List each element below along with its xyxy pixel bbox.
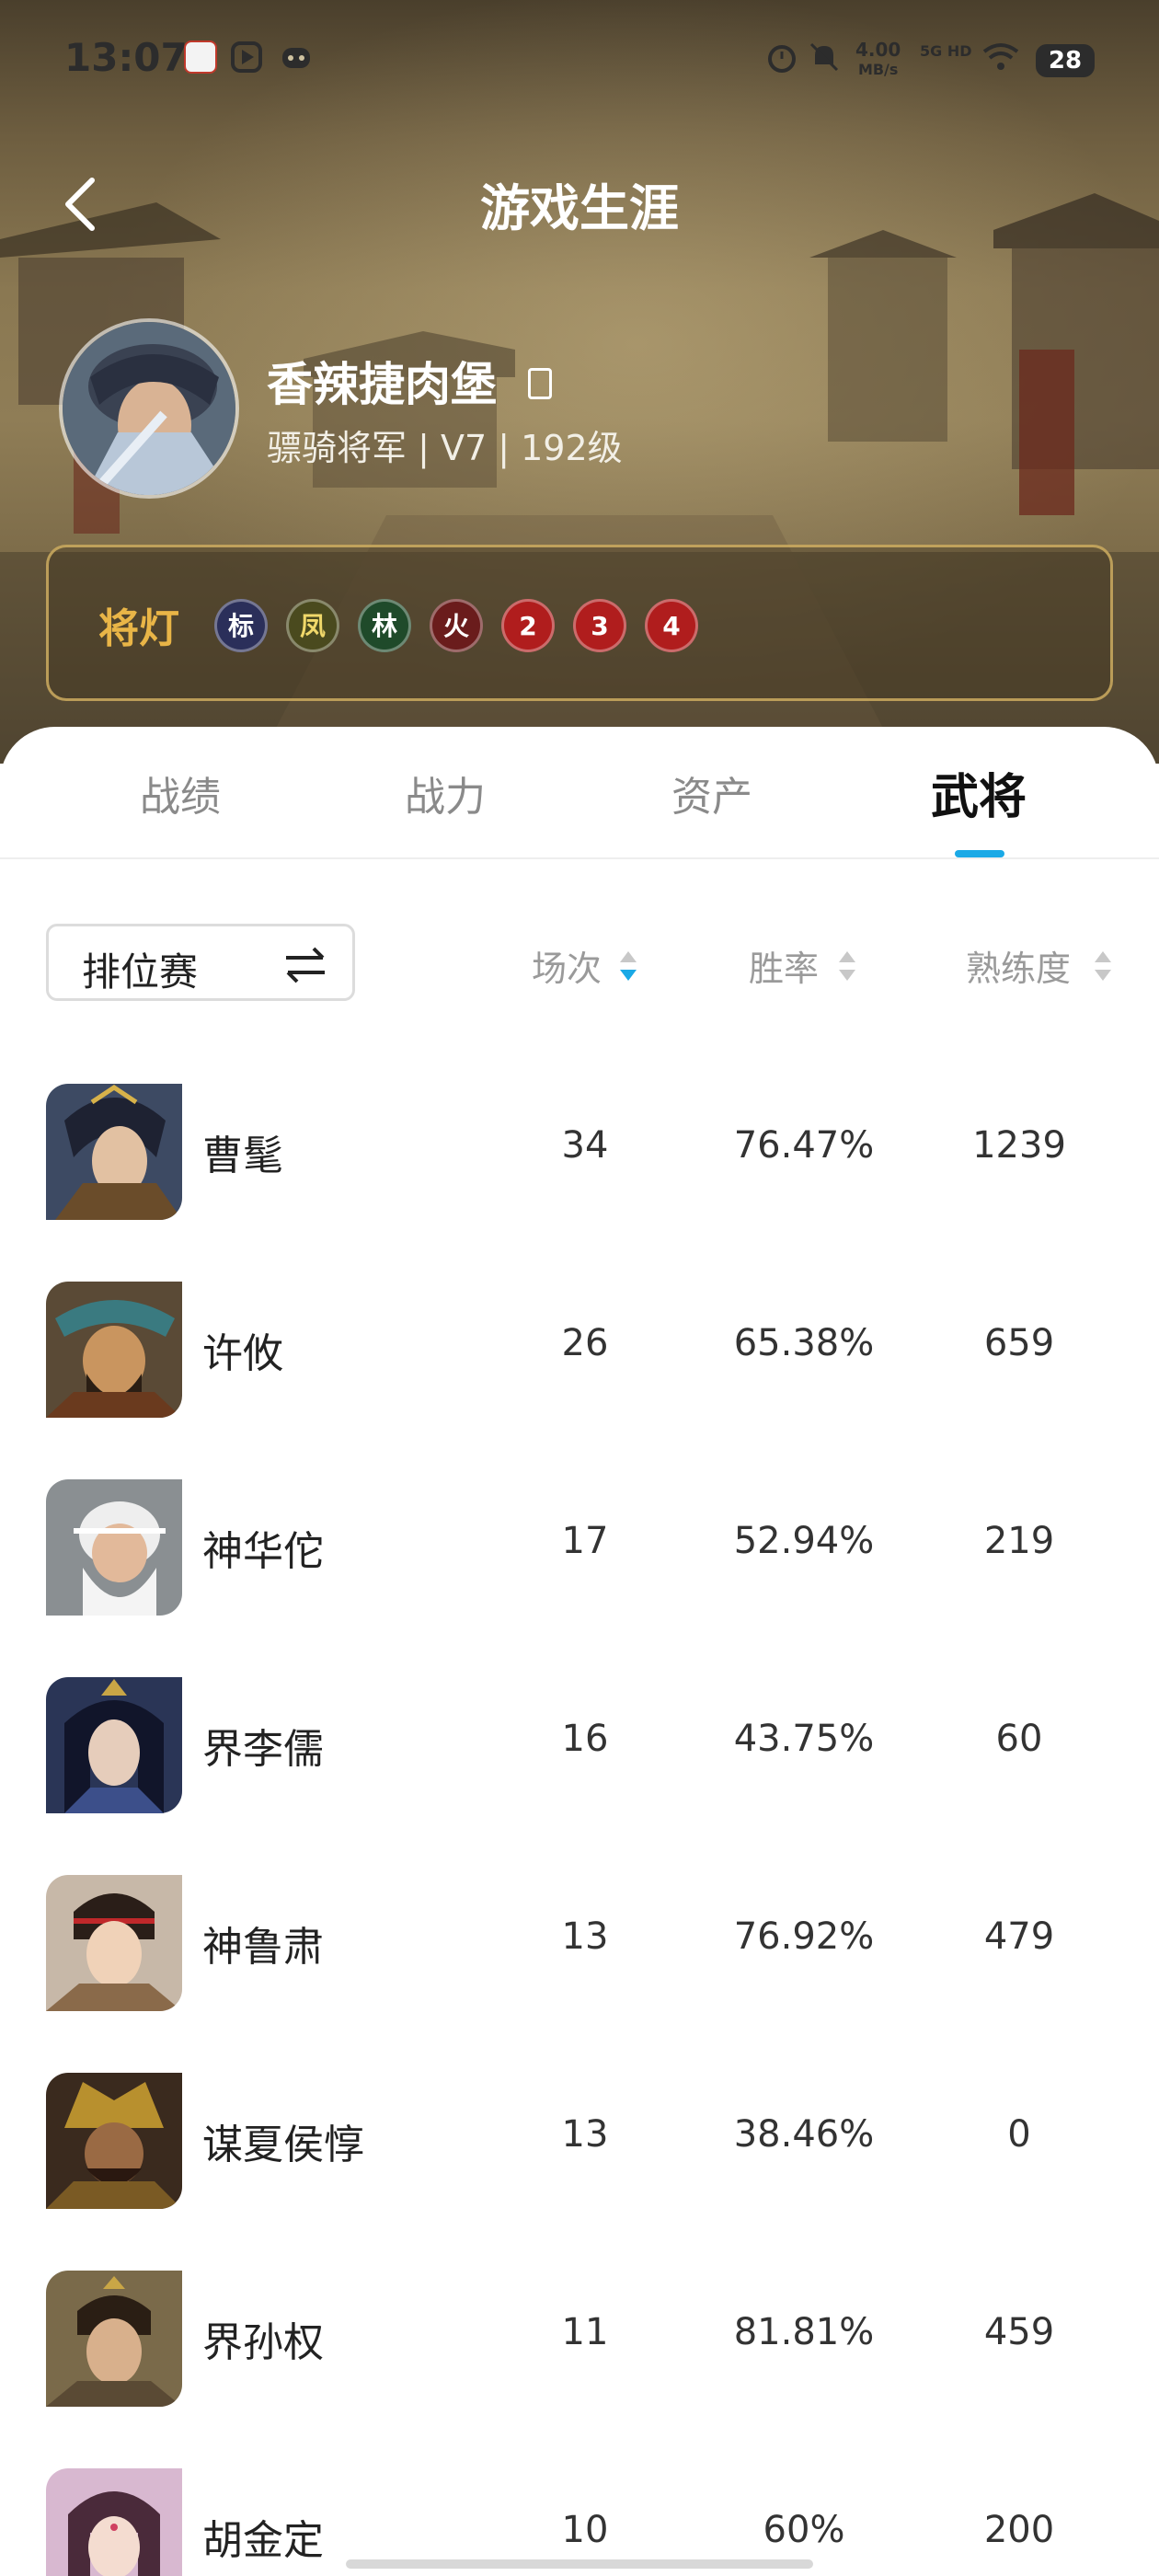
proficiency: 459 (983, 2311, 1055, 2353)
notification-app-icon (184, 40, 217, 74)
win-rate: 65.38% (733, 1322, 875, 1364)
general-portrait (46, 2468, 182, 2576)
net-speed: 4.00 MB/s (855, 40, 901, 79)
net-speed-value: 4.00 (855, 39, 901, 61)
page-title: 游戏生涯 (480, 179, 679, 237)
lamp-badge[interactable]: 凤 (286, 599, 339, 652)
win-rate: 76.47% (733, 1124, 875, 1167)
lamp-badge[interactable]: 火 (430, 599, 483, 652)
signal-label: 5G HD (920, 42, 972, 60)
home-indicator[interactable] (346, 2559, 813, 2569)
lamp-badge[interactable]: 标 (214, 599, 268, 652)
general-row[interactable]: 曹髦 34 76.47% 1239 (0, 1058, 1159, 1256)
general-name: 许攸 (202, 1330, 283, 1377)
sort-icon[interactable] (837, 946, 857, 986)
games-count: 26 (561, 1322, 609, 1364)
general-portrait (46, 1479, 182, 1616)
general-portrait (46, 1282, 182, 1418)
player-name: 香辣捷肉堡 (267, 358, 497, 411)
proficiency: 219 (983, 1520, 1055, 1562)
general-name: 曹髦 (202, 1133, 283, 1179)
status-time: 13:07 (64, 35, 188, 80)
general-name: 界李儒 (202, 1726, 324, 1773)
proficiency: 479 (983, 1915, 1055, 1958)
general-portrait (46, 2271, 182, 2407)
mute-icon (808, 40, 841, 74)
wifi-icon (982, 40, 1019, 74)
lamp-badge[interactable]: 2 (501, 599, 555, 652)
win-rate: 60% (763, 2509, 845, 2551)
general-name: 神华佗 (202, 1528, 324, 1575)
battery-level: 28 (1036, 44, 1095, 77)
general-name: 谋夏侯惇 (202, 2122, 364, 2168)
games-count: 17 (561, 1520, 609, 1562)
games-count: 34 (561, 1124, 609, 1167)
net-speed-unit: MB/s (857, 61, 899, 78)
mode-selector[interactable]: 排位赛 (46, 924, 355, 1001)
games-count: 10 (561, 2509, 609, 2551)
column-header-games[interactable]: 场次 (532, 940, 602, 991)
lamp-badge[interactable]: 林 (358, 599, 411, 652)
tab-assets[interactable]: 资产 (620, 764, 804, 822)
play-app-icon (230, 40, 263, 74)
general-portrait (46, 2073, 182, 2209)
general-name: 神鲁肃 (202, 1924, 324, 1971)
general-portrait (46, 1875, 182, 2011)
tab-bar: 战绩 战力 资产 武将 (0, 727, 1159, 859)
game-app-icon (280, 40, 313, 74)
general-row[interactable]: 许攸 26 65.38% 659 (0, 1256, 1159, 1454)
swap-icon (286, 947, 325, 983)
proficiency: 0 (1007, 2113, 1031, 2156)
proficiency: 200 (983, 2509, 1055, 2551)
games-count: 13 (561, 2113, 609, 2156)
lamps-title: 将灯 (98, 605, 179, 652)
win-rate: 38.46% (733, 2113, 875, 2156)
general-row[interactable]: 谋夏侯惇 13 38.46% 0 (0, 2047, 1159, 2245)
win-rate: 43.75% (733, 1718, 875, 1760)
general-row[interactable]: 界李儒 16 43.75% 60 (0, 1651, 1159, 1849)
general-row[interactable]: 神鲁肃 13 76.92% 479 (0, 1849, 1159, 2047)
games-count: 11 (561, 2311, 609, 2353)
win-rate: 76.92% (733, 1915, 875, 1958)
tab-generals[interactable]: 武将 (887, 758, 1071, 827)
general-lamps-panel: 将灯 标 凤 林 火 2 3 4 (46, 545, 1113, 701)
general-row[interactable]: 胡金定 10 60% 200 (0, 2443, 1159, 2576)
win-rate: 52.94% (733, 1520, 875, 1562)
tab-record[interactable]: 战绩 (88, 764, 272, 822)
mode-label: 排位赛 (82, 949, 199, 995)
win-rate: 81.81% (733, 2311, 875, 2353)
games-count: 13 (561, 1915, 609, 1958)
proficiency: 60 (995, 1718, 1043, 1760)
status-bar: 13:07 4.00 MB/s 5G HD 28 (0, 0, 1159, 120)
proficiency: 1239 (972, 1124, 1066, 1167)
sort-icon[interactable] (1093, 946, 1113, 986)
general-name: 界孙权 (202, 2319, 324, 2366)
tab-power[interactable]: 战力 (353, 764, 537, 822)
proficiency: 659 (983, 1322, 1055, 1364)
active-tab-indicator (955, 850, 1004, 857)
general-portrait (46, 1084, 182, 1220)
general-row[interactable]: 界孙权 11 81.81% 459 (0, 2245, 1159, 2443)
games-count: 16 (561, 1718, 609, 1760)
alarm-icon (765, 40, 798, 74)
column-header-win-rate[interactable]: 胜率 (749, 940, 819, 991)
content-sheet: 战绩 战力 资产 武将 排位赛 场次 胜率 熟练度 曹髦 34 76.47% 1… (0, 727, 1159, 2576)
column-header-proficiency[interactable]: 熟练度 (966, 940, 1071, 991)
note-icon[interactable] (528, 368, 552, 399)
general-row[interactable]: 神华佗 17 52.94% 219 (0, 1454, 1159, 1651)
player-avatar[interactable] (59, 318, 239, 499)
general-portrait (46, 1677, 182, 1813)
player-meta: 骠骑将军 | V7 | 192级 (267, 428, 623, 468)
general-name: 胡金定 (202, 2517, 324, 2564)
sort-icon[interactable] (618, 946, 638, 986)
lamp-badge[interactable]: 3 (573, 599, 626, 652)
lamp-badge[interactable]: 4 (645, 599, 698, 652)
